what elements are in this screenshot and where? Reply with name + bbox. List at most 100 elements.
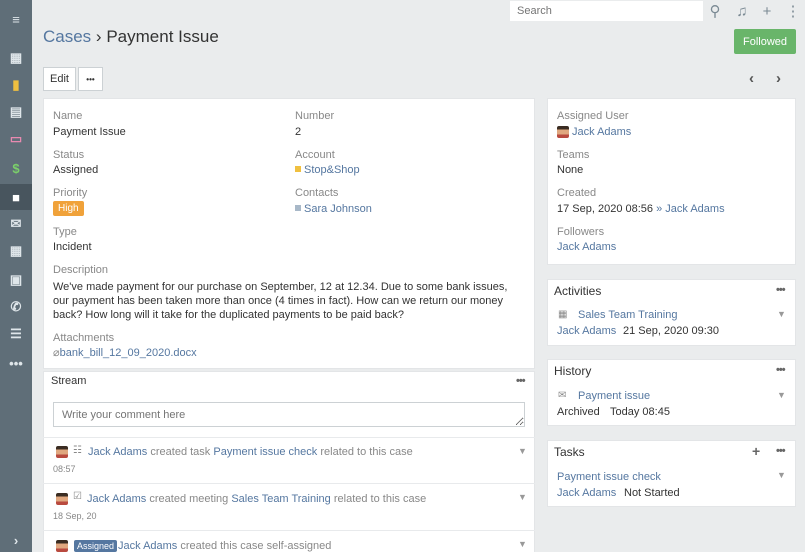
- more-actions-button[interactable]: •••: [78, 67, 103, 91]
- task-user-link[interactable]: Jack Adams: [557, 487, 616, 499]
- history-menu-icon[interactable]: •••: [776, 364, 786, 376]
- calendar-icon[interactable]: ▦: [0, 238, 32, 264]
- calls-icon[interactable]: ✆: [0, 294, 32, 320]
- account-icon: [295, 166, 301, 172]
- contact-icon: [295, 205, 301, 211]
- attachment-link[interactable]: bank_bill_12_09_2020.docx: [60, 347, 197, 359]
- divider: [43, 437, 535, 438]
- chevron-down-icon[interactable]: ▼: [518, 492, 527, 502]
- leads-icon[interactable]: ▭: [0, 126, 32, 152]
- stream-user-link[interactable]: Jack Adams: [87, 493, 146, 505]
- number-label: Number: [295, 110, 335, 122]
- email-icon: ✉: [558, 390, 567, 401]
- expand-icon[interactable]: ›: [0, 527, 32, 552]
- account-label: Account: [295, 149, 335, 161]
- assigned-user-label: Assigned User: [557, 110, 629, 122]
- contact-link[interactable]: Sara Johnson: [304, 203, 372, 215]
- attachment-field: ⌀bank_bill_12_09_2020.docx: [53, 346, 197, 359]
- name-label: Name: [53, 110, 83, 122]
- topbar: ⚲ ♫ + ⋮: [32, 0, 805, 22]
- chevron-down-icon[interactable]: ▼: [777, 470, 786, 480]
- stream-entry: Jack Adams created task Payment issue ch…: [88, 446, 413, 458]
- comment-input[interactable]: [53, 402, 525, 427]
- previous-record-icon[interactable]: ‹: [749, 70, 754, 87]
- created-by-link[interactable]: » Jack Adams: [656, 203, 724, 215]
- divider: [43, 483, 535, 484]
- opportunities-icon[interactable]: $: [0, 155, 32, 181]
- task-link[interactable]: Payment issue check: [557, 471, 661, 483]
- type-label: Type: [53, 226, 77, 238]
- account-field: Stop&Shop: [295, 164, 360, 176]
- cases-icon[interactable]: ■: [0, 184, 32, 210]
- avatar: [56, 493, 68, 505]
- chevron-down-icon[interactable]: ▼: [518, 539, 527, 549]
- tasks-menu-icon[interactable]: •••: [776, 445, 786, 457]
- meetings-icon[interactable]: ▣: [0, 267, 32, 293]
- attachments-label: Attachments: [53, 332, 115, 344]
- edit-button[interactable]: Edit: [43, 67, 76, 91]
- description-value: We've made payment for our purchase on S…: [53, 281, 508, 321]
- menu-icon[interactable]: ≡: [0, 6, 32, 32]
- search-input[interactable]: [510, 1, 703, 21]
- stream-time: 18 Sep, 20: [53, 511, 97, 521]
- stream-time: 08:57: [53, 464, 76, 474]
- dashboard-icon[interactable]: ▦: [0, 45, 32, 71]
- record-title: Payment Issue: [106, 27, 219, 46]
- add-task-icon[interactable]: +: [752, 443, 760, 459]
- plus-icon[interactable]: +: [755, 0, 779, 22]
- stream-suffix: related to this case: [333, 493, 427, 505]
- name-value: Payment Issue: [53, 126, 126, 138]
- stream-action: created task: [150, 446, 211, 458]
- contacts-icon[interactable]: ▤: [0, 99, 32, 125]
- activities-menu-icon[interactable]: •••: [776, 284, 786, 296]
- account-link[interactable]: Stop&Shop: [304, 164, 360, 176]
- chevron-down-icon[interactable]: ▼: [777, 309, 786, 319]
- sidebar: ≡ ▦ ▮ ▤ ▭ $ ■ ✉ ▦ ▣ ✆ ☰ ••• ›: [0, 0, 32, 552]
- follower-link[interactable]: Jack Adams: [557, 241, 616, 253]
- chevron-down-icon[interactable]: ▼: [518, 446, 527, 456]
- chevron-down-icon[interactable]: ▼: [777, 390, 786, 400]
- bell-icon[interactable]: ♫: [730, 0, 754, 22]
- stream-target-link[interactable]: Payment issue check: [213, 446, 317, 458]
- search-icon[interactable]: ⚲: [703, 0, 727, 22]
- side-info-panel: [547, 98, 796, 265]
- more-icon[interactable]: •••: [0, 350, 32, 376]
- breadcrumb-separator: ›: [95, 27, 102, 46]
- stream-user-link[interactable]: Jack Adams: [118, 540, 177, 552]
- avatar: [557, 126, 569, 138]
- meeting-icon: ▦: [558, 309, 568, 320]
- stream-user-link[interactable]: Jack Adams: [88, 446, 147, 458]
- stream-action: created meeting: [149, 493, 229, 505]
- stream-action: created this case self-assigned: [180, 540, 332, 552]
- stream-entry: Jack Adams created this case self-assign…: [118, 540, 331, 552]
- user-menu-icon[interactable]: ⋮: [781, 0, 805, 22]
- priority-badge: High: [53, 201, 84, 216]
- created-date: 17 Sep, 2020 08:56: [557, 203, 654, 215]
- stream-menu-icon[interactable]: •••: [516, 375, 526, 387]
- paperclip-icon: ⌀: [53, 347, 60, 359]
- history-date: Today 08:45: [610, 406, 670, 418]
- history-title: History: [554, 364, 592, 378]
- description-label: Description: [53, 264, 109, 276]
- divider: [43, 530, 535, 531]
- tasks-title: Tasks: [554, 445, 585, 459]
- avatar: [56, 540, 68, 552]
- email-icon[interactable]: ✉: [0, 211, 32, 237]
- next-record-icon[interactable]: ›: [776, 70, 781, 87]
- breadcrumb[interactable]: Cases: [43, 27, 91, 46]
- accounts-icon[interactable]: ▮: [0, 72, 32, 98]
- page-title: Cases › Payment Issue: [43, 27, 219, 47]
- stream-panel: [43, 371, 535, 552]
- task-status: Not Started: [624, 487, 680, 499]
- contacts-label: Contacts: [295, 187, 339, 199]
- activity-link[interactable]: Sales Team Training: [578, 309, 677, 321]
- activity-user-link[interactable]: Jack Adams: [557, 325, 616, 337]
- stream-target-link[interactable]: Sales Team Training: [231, 493, 330, 505]
- created-label: Created: [557, 187, 597, 199]
- history-link[interactable]: Payment issue: [578, 390, 650, 402]
- teams-value: None: [557, 164, 584, 176]
- tasks-icon[interactable]: ☰: [0, 321, 32, 347]
- assigned-user-link[interactable]: Jack Adams: [572, 126, 631, 138]
- followed-button[interactable]: Followed: [734, 29, 796, 54]
- task-icon: ☷: [73, 445, 82, 456]
